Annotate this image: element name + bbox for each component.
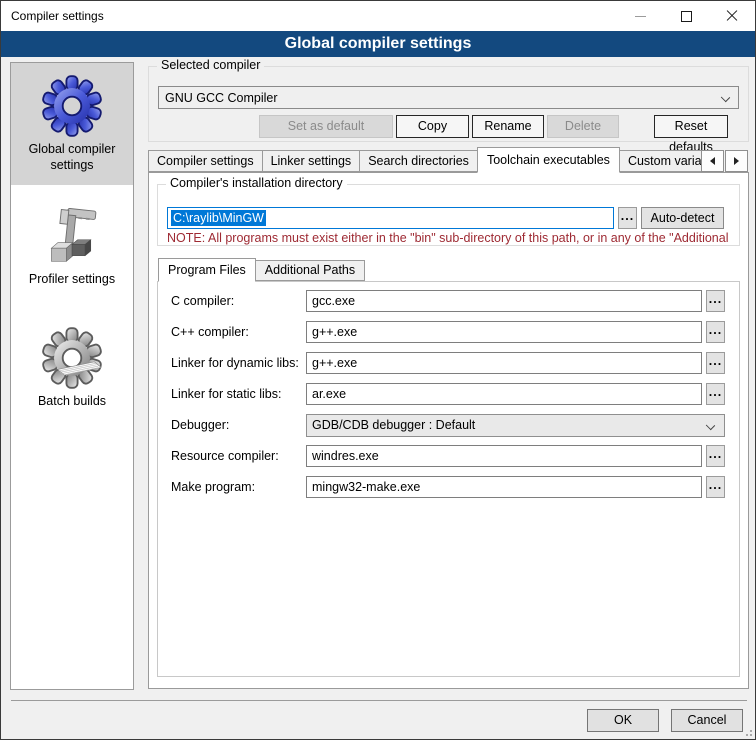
c-compiler-input[interactable]: gcc.exe [306,290,702,312]
tab-scroll-buttons [701,150,748,172]
sidebar-item-label: Global compiler settings [11,142,133,173]
compiler-select[interactable]: GNU GCC Compiler [158,86,739,109]
triangle-right-icon [734,157,739,165]
tab-toolchain-executables[interactable]: Toolchain executables [477,147,620,173]
maximize-icon [681,11,692,22]
tab-linker-settings[interactable]: Linker settings [262,150,361,172]
installation-directory-group-label: Compiler's installation directory [166,176,347,190]
chevron-down-icon [721,93,730,102]
debugger-label: Debugger: [171,414,229,436]
reset-defaults-button[interactable]: Reset defaults [654,115,728,138]
sidebar-item-profiler-settings[interactable]: Profiler settings [11,185,133,307]
caption-buttons [617,1,755,31]
debugger-select-value: GDB/CDB debugger : Default [312,418,475,432]
subtab-additional-paths[interactable]: Additional Paths [255,260,365,281]
resource-compiler-label: Resource compiler: [171,445,279,467]
make-program-input[interactable]: mingw32-make.exe [306,476,702,498]
set-as-default-button[interactable]: Set as default [259,115,393,138]
titlebar: Compiler settings [1,1,755,31]
minimize-icon [635,16,646,17]
static-linker-label: Linker for static libs: [171,383,281,405]
installation-directory-value: C:\raylib\MinGW [171,210,266,226]
cancel-button[interactable]: Cancel [671,709,743,732]
make-program-browse-button[interactable]: ... [706,476,725,498]
maximize-button[interactable] [663,1,709,31]
blue-gear-icon [40,74,104,138]
installation-directory-input[interactable]: C:\raylib\MinGW [167,207,614,229]
bin-subdirectory-note: NOTE: All programs must exist either in … [167,231,738,245]
make-program-label: Make program: [171,476,255,498]
tab-search-directories[interactable]: Search directories [359,150,478,172]
static-linker-browse-button[interactable]: ... [706,383,725,405]
tab-compiler-settings[interactable]: Compiler settings [148,150,263,172]
window-title: Compiler settings [11,9,104,23]
dynamic-linker-input[interactable]: g++.exe [306,352,702,374]
footer-divider [11,700,747,701]
dynamic-linker-browse-button[interactable]: ... [706,352,725,374]
ok-button[interactable]: OK [587,709,659,732]
compiler-settings-dialog: Compiler settings Global compiler settin… [0,0,756,740]
delete-button[interactable]: Delete [547,115,619,138]
page-title: Global compiler settings [1,31,755,57]
settings-tabstrip: Compiler settings Linker settings Search… [148,147,701,173]
triangle-left-icon [710,157,715,165]
sidebar-item-label: Batch builds [32,394,112,410]
gray-gear-stack-icon [40,326,104,390]
resize-grip[interactable] [742,726,752,736]
tab-scroll-right-button[interactable] [725,150,748,172]
close-icon [726,10,738,22]
cpp-compiler-label: C++ compiler: [171,321,249,343]
sidebar-item-label: Profiler settings [23,272,121,288]
chevron-down-icon [706,421,715,430]
tab-custom-variables[interactable]: Custom variables [619,150,701,172]
dynamic-linker-label: Linker for dynamic libs: [171,352,299,374]
close-button[interactable] [709,1,755,31]
tab-scroll-left-button[interactable] [701,150,724,172]
sidebar-item-global-compiler-settings[interactable]: Global compiler settings [11,63,133,185]
debugger-select[interactable]: GDB/CDB debugger : Default [306,414,725,437]
caliper-icon [40,204,104,268]
cpp-compiler-browse-button[interactable]: ... [706,321,725,343]
browse-installation-directory-button[interactable]: ... [618,207,637,229]
settings-category-sidebar: Global compiler settings [10,62,134,690]
resource-compiler-browse-button[interactable]: ... [706,445,725,467]
auto-detect-button[interactable]: Auto-detect [641,207,724,229]
minimize-button[interactable] [617,1,663,31]
c-compiler-label: C compiler: [171,290,234,312]
selected-compiler-group-label: Selected compiler [157,58,264,72]
copy-button[interactable]: Copy [396,115,469,138]
cpp-compiler-input[interactable]: g++.exe [306,321,702,343]
toolchain-subtabstrip: Program Files Additional Paths [158,258,364,282]
sidebar-item-batch-builds[interactable]: Batch builds [11,307,133,429]
static-linker-input[interactable]: ar.exe [306,383,702,405]
rename-button[interactable]: Rename [472,115,544,138]
resource-compiler-input[interactable]: windres.exe [306,445,702,467]
subtab-program-files[interactable]: Program Files [158,258,256,282]
c-compiler-browse-button[interactable]: ... [706,290,725,312]
compiler-select-value: GNU GCC Compiler [165,91,278,105]
